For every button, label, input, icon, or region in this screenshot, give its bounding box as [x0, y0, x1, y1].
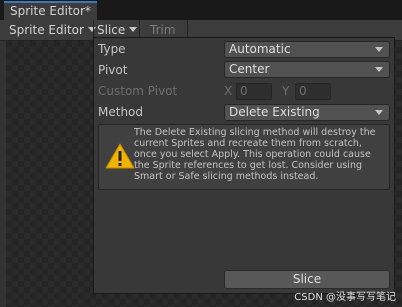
- slice-menu-label: Slice: [97, 23, 126, 37]
- warning-message: The Delete Existing slicing method will …: [134, 127, 384, 182]
- custom-pivot-label: Custom Pivot: [98, 84, 178, 98]
- custom-pivot-y-label: Y: [282, 84, 290, 98]
- watermark: CSDN @没事写写笔记: [294, 292, 396, 303]
- window-tab-strip: Sprite Editor*: [0, 0, 402, 20]
- custom-pivot-x-label: X: [224, 84, 233, 98]
- method-label: Method: [98, 105, 144, 119]
- chevron-down-icon: [375, 110, 383, 115]
- pivot-label: Pivot: [98, 63, 128, 77]
- canvas-edge: [0, 41, 6, 307]
- method-dropdown-value: Delete Existing: [229, 105, 320, 119]
- chevron-down-icon: [375, 47, 383, 52]
- window-tab-sprite-editor[interactable]: Sprite Editor*: [4, 1, 97, 20]
- warning-line: Smart or Safe slicing methods instead.: [134, 171, 319, 182]
- pivot-dropdown-value: Center: [229, 62, 270, 76]
- chevron-down-icon: [129, 27, 138, 32]
- pivot-dropdown[interactable]: Center: [224, 61, 390, 78]
- warning-line: the Sprite references to get lost. Consi…: [134, 160, 362, 171]
- slice-button[interactable]: Slice: [224, 270, 390, 289]
- chevron-down-icon: [375, 67, 383, 72]
- method-dropdown[interactable]: Delete Existing: [224, 104, 390, 121]
- type-dropdown[interactable]: Automatic: [224, 41, 390, 58]
- slice-popup: Type Automatic Pivot Center Custom Pivot…: [93, 37, 395, 294]
- warning-line: current Sprites and recreate them from s…: [134, 138, 362, 149]
- warning-line: once you select Apply. This operation co…: [134, 149, 371, 160]
- warning-icon: [105, 143, 135, 169]
- type-dropdown-value: Automatic: [229, 42, 291, 56]
- chevron-down-icon: [87, 27, 96, 32]
- custom-pivot-y-field[interactable]: 0: [295, 83, 331, 100]
- mode-dropdown-label: Sprite Editor: [9, 23, 84, 37]
- mode-dropdown[interactable]: Sprite Editor: [9, 20, 96, 40]
- custom-pivot-x-field[interactable]: 0: [236, 83, 272, 100]
- type-label: Type: [98, 42, 126, 56]
- warning-line: The Delete Existing slicing method will …: [134, 127, 376, 138]
- warning-helpbox: The Delete Existing slicing method will …: [98, 124, 390, 190]
